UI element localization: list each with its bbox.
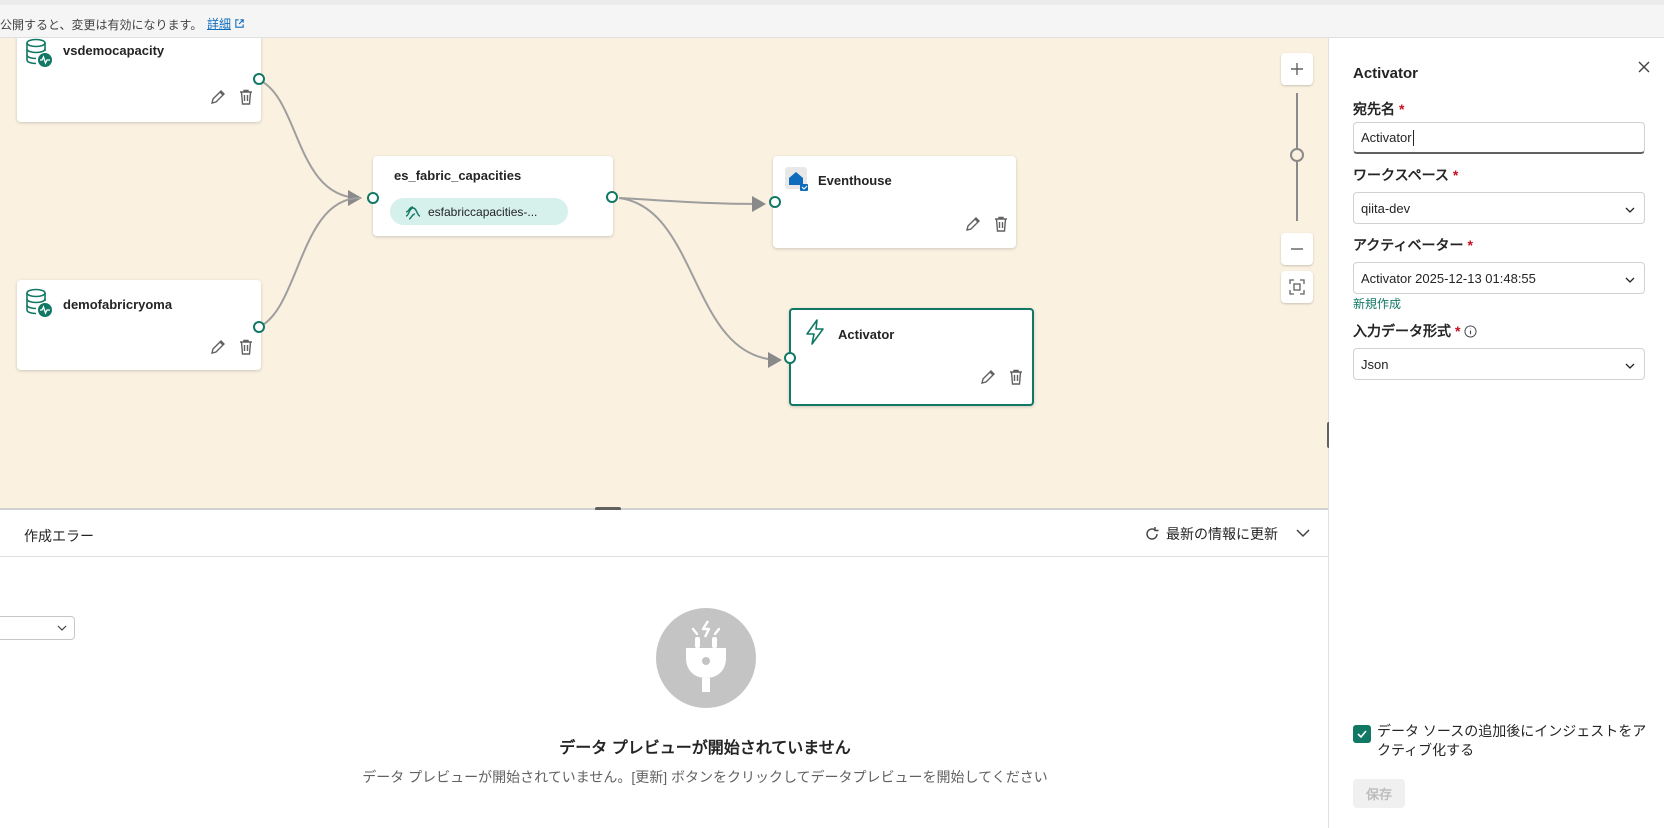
lightning-icon: [804, 319, 826, 350]
stream-chip[interactable]: esfabriccapacities-...: [390, 198, 568, 225]
workspace-label: ワークスペース *: [1353, 167, 1459, 183]
edit-icon[interactable]: [964, 215, 982, 238]
required-mark: *: [1467, 237, 1473, 253]
activate-ingestion-label: データ ソースの追加後にインジェストをアクティブ化する: [1377, 723, 1647, 758]
dest-name-label: 宛先名 *: [1353, 101, 1405, 117]
external-link-icon: [235, 19, 244, 28]
fit-view-icon: [1289, 279, 1305, 295]
details-link[interactable]: 詳細: [207, 15, 245, 32]
required-mark: *: [1399, 101, 1405, 117]
zoom-out-button[interactable]: [1281, 233, 1313, 265]
output-port[interactable]: [253, 73, 265, 85]
plus-icon: [1291, 63, 1303, 75]
activator-select[interactable]: Activator 2025-12-13 01:48:55: [1353, 262, 1645, 294]
output-port[interactable]: [606, 191, 618, 203]
node-eventhouse[interactable]: Eventhouse: [769, 156, 1016, 248]
database-icon: [25, 288, 53, 323]
zoom-slider-thumb[interactable]: [1290, 148, 1304, 162]
collapse-chevron-icon[interactable]: [1294, 524, 1312, 547]
chevron-down-icon: [1625, 207, 1635, 213]
flow-canvas[interactable]: vsdemocapacity demofabricryoma es_fabric…: [0, 38, 1328, 508]
delete-icon[interactable]: [237, 88, 255, 111]
output-port[interactable]: [253, 321, 265, 333]
edge-stream-activator: [618, 197, 782, 368]
properties-panel: Activator 宛先名 * Activator ワークスペース * qiita-…: [1329, 38, 1664, 828]
empty-state-description: データ プレビューが開始されていません。[更新] ボタンをクリックしてデータプレ…: [362, 769, 1048, 785]
bottom-pane: 作成エラー 最新の情報に更新 データ プレビューが開始されていません データ プ…: [0, 510, 1328, 828]
edge-stream-eventhouse: [618, 195, 766, 212]
eventstream-icon: [405, 205, 421, 220]
text-caret: [1412, 129, 1414, 146]
required-mark: *: [1455, 323, 1461, 339]
dest-name-input[interactable]: Activator: [1353, 122, 1645, 154]
chevron-down-icon: [1625, 363, 1635, 369]
input-port[interactable]: [784, 352, 796, 364]
minus-icon: [1291, 248, 1303, 250]
eventhouse-icon: [784, 166, 810, 197]
edit-icon[interactable]: [209, 338, 227, 361]
edit-icon[interactable]: [979, 368, 997, 391]
input-port[interactable]: [769, 196, 781, 208]
zoom-in-button[interactable]: [1281, 53, 1313, 85]
fit-view-button[interactable]: [1281, 271, 1313, 303]
info-bar: 公開すると、変更は有効になります。 詳細: [0, 0, 1664, 38]
input-port[interactable]: [367, 192, 379, 204]
edit-icon[interactable]: [209, 88, 227, 111]
required-mark: *: [1452, 167, 1459, 183]
chevron-down-icon: [57, 625, 67, 631]
node-activator[interactable]: Activator: [784, 308, 1034, 406]
chip-label: esfabriccapacities-...: [428, 204, 538, 219]
node-title: Eventhouse: [818, 173, 892, 188]
refresh-icon: [1146, 527, 1159, 540]
info-message: 公開すると、変更は有効になります。: [0, 18, 203, 32]
panel-title: Activator: [1353, 65, 1419, 82]
edge-source2-stream: [258, 197, 361, 328]
refresh-label: 最新の情報に更新: [1166, 526, 1278, 542]
node-vsdemocapacity[interactable]: vsdemocapacity: [17, 38, 265, 122]
preview-source-select[interactable]: [0, 616, 75, 640]
save-button[interactable]: 保存: [1353, 779, 1405, 808]
bottom-header: 作成エラー 最新の情報に更新: [0, 510, 1328, 557]
tab-authoring-errors[interactable]: 作成エラー: [24, 526, 94, 546]
node-demofabricryoma[interactable]: demofabricryoma: [17, 280, 265, 370]
database-icon: [25, 38, 53, 73]
node-es-fabric-capacities[interactable]: es_fabric_capacities esfabriccapacities-…: [367, 156, 618, 236]
node-title: vsdemocapacity: [63, 43, 165, 58]
input-format-label: 入力データ形式 *: [1353, 321, 1477, 341]
node-title: demofabricryoma: [63, 297, 173, 312]
checkmark-icon: [1357, 730, 1367, 739]
activate-ingestion-checkbox[interactable]: [1353, 725, 1371, 743]
chevron-down-icon: [1625, 277, 1635, 283]
plug-icon: [656, 608, 756, 708]
delete-icon[interactable]: [1007, 368, 1025, 391]
close-icon[interactable]: [1636, 59, 1652, 80]
delete-icon[interactable]: [237, 338, 255, 361]
activator-label: アクティベーター *: [1353, 237, 1473, 253]
create-new-link[interactable]: 新規作成: [1353, 295, 1401, 312]
empty-state-title: データ プレビューが開始されていません: [559, 740, 851, 757]
node-title: Activator: [838, 327, 895, 342]
delete-icon[interactable]: [992, 215, 1010, 238]
input-format-select[interactable]: Json: [1353, 348, 1645, 380]
node-title: es_fabric_capacities: [394, 168, 522, 183]
refresh-button[interactable]: 最新の情報に更新: [1143, 524, 1278, 544]
activate-ingestion-option: データ ソースの追加後にインジェストをアクティブ化する: [1353, 722, 1653, 760]
workspace-select[interactable]: qiita-dev: [1353, 192, 1645, 224]
details-link-label: 詳細: [207, 17, 232, 31]
edge-source1-stream: [258, 79, 362, 206]
info-icon[interactable]: [1464, 324, 1477, 338]
